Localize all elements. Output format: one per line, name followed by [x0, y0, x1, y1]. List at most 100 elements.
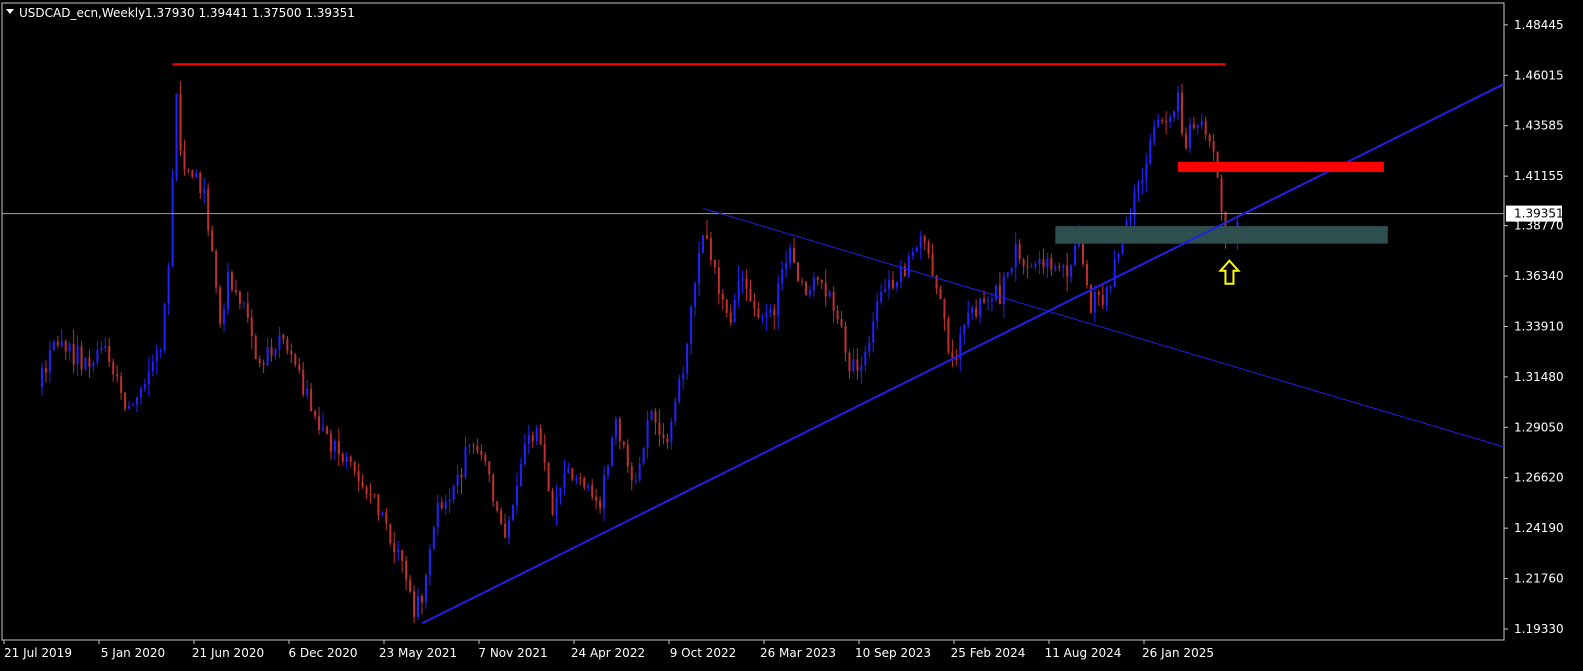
candle-body — [927, 242, 930, 254]
candle-body — [1097, 291, 1100, 296]
candle-body — [84, 357, 87, 370]
candle-body — [769, 309, 772, 313]
candle-body — [389, 523, 392, 543]
candle-body — [603, 474, 606, 509]
candle-body — [171, 177, 174, 267]
time-tick-label: 24 Apr 2022 — [571, 646, 645, 660]
candle-body — [159, 350, 162, 352]
candle-body — [215, 250, 218, 288]
candle-body — [306, 389, 309, 395]
candle-body — [1208, 134, 1211, 142]
candle-body — [1196, 125, 1199, 128]
candle-body — [765, 312, 768, 318]
candle-body — [112, 362, 115, 375]
candle-body — [76, 346, 79, 365]
candle-body — [452, 485, 455, 500]
price-tick-label: 1.36340 — [1514, 269, 1564, 283]
candle-body — [310, 389, 313, 412]
candle-body — [512, 505, 514, 521]
candle-body — [618, 418, 621, 442]
candle-body — [951, 352, 954, 358]
price-tick-label: 1.33910 — [1514, 319, 1564, 333]
candle-body — [508, 520, 511, 538]
candle-body — [500, 510, 503, 524]
candle-body — [591, 485, 594, 497]
candle-body — [1062, 265, 1065, 268]
candle-body — [844, 326, 847, 353]
candle-body — [567, 468, 570, 474]
candle-body — [876, 301, 879, 322]
candle-body — [1149, 141, 1152, 164]
candle-body — [207, 189, 210, 231]
candle-body — [892, 279, 894, 288]
candle-body — [911, 251, 914, 257]
candle-body — [642, 448, 645, 464]
candle-body — [476, 445, 479, 452]
candle-body — [527, 435, 530, 445]
candle-body — [1046, 258, 1049, 268]
price-tick-label: 1.46015 — [1514, 68, 1564, 82]
candle-body — [646, 419, 649, 449]
candle-body — [1101, 295, 1104, 306]
candle-body — [543, 443, 546, 463]
candle-body — [52, 341, 55, 351]
candle-body — [100, 348, 103, 351]
candle-body — [963, 325, 966, 335]
candle-body — [812, 277, 815, 291]
candle-body — [1169, 117, 1172, 123]
candle-body — [975, 307, 978, 317]
candle-body — [983, 298, 986, 303]
candle-body — [808, 290, 811, 295]
candle-body — [1161, 120, 1164, 122]
candle-body — [270, 346, 273, 356]
candle-body — [361, 481, 364, 487]
candle-body — [480, 451, 483, 455]
candle-body — [852, 359, 855, 372]
candle-body — [793, 248, 796, 263]
candle-body — [417, 595, 419, 618]
candle-body — [302, 370, 305, 395]
candle-body — [96, 350, 99, 363]
support-zone[interactable] — [1055, 226, 1388, 244]
candle-body — [515, 485, 518, 506]
candle-body — [666, 438, 669, 442]
candle-body — [733, 299, 736, 323]
candle-body — [943, 299, 946, 319]
candle-body — [60, 341, 63, 346]
candle-body — [1010, 267, 1013, 273]
candle-body — [175, 93, 178, 178]
candle-body — [599, 500, 602, 509]
candle-body — [856, 359, 859, 371]
candle-body — [987, 300, 989, 303]
candle-body — [1212, 141, 1215, 152]
candle-body — [314, 411, 317, 417]
candle-body — [227, 272, 229, 310]
candle-body — [1026, 265, 1029, 267]
candle-body — [670, 421, 673, 442]
price-tick-label: 1.48445 — [1514, 18, 1564, 32]
candle-body — [211, 230, 214, 251]
candle-body — [650, 411, 653, 420]
candle-body — [1145, 163, 1148, 180]
candle-body — [448, 499, 451, 502]
candle-body — [223, 309, 226, 325]
candle-body — [583, 478, 586, 488]
candle-body — [626, 444, 629, 467]
candle-body — [1105, 288, 1108, 306]
candle-body — [143, 384, 146, 389]
chart-canvas[interactable]: 1.484451.460151.435851.411551.387701.363… — [0, 0, 1583, 671]
candle-body — [721, 293, 724, 300]
candle-body — [729, 312, 732, 323]
candle-body — [705, 234, 708, 239]
time-tick-label: 26 Mar 2023 — [760, 646, 836, 660]
candle-body — [1220, 177, 1223, 213]
candle-body — [1018, 243, 1021, 260]
resistance-zone[interactable] — [1178, 161, 1384, 172]
candle-body — [432, 526, 435, 550]
candle-body — [971, 307, 974, 314]
candle-body — [903, 266, 906, 277]
candle-body — [899, 266, 902, 282]
candle-body — [563, 473, 566, 488]
candle-body — [104, 346, 107, 349]
chart-header: USDCAD_ecn,Weekly 1.37930 1.39441 1.3750… — [6, 6, 355, 20]
